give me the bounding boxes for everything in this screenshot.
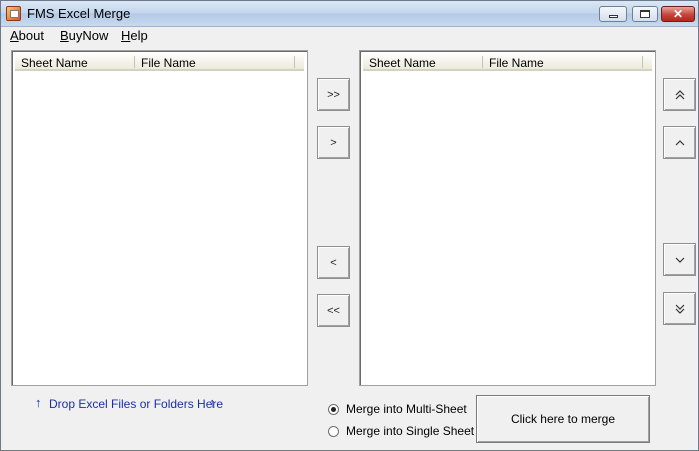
column-divider[interactable] <box>482 56 483 68</box>
list-header: Sheet Name File Name <box>363 54 652 71</box>
close-button[interactable]: ✕ <box>661 6 695 22</box>
add-all-button[interactable]: >> <box>317 78 350 111</box>
minimize-button[interactable] <box>599 6 627 22</box>
add-all-label: >> <box>327 88 340 101</box>
add-label: > <box>330 136 337 149</box>
app-window: FMS Excel Merge ✕ About BuyNow Help Shee… <box>0 0 699 451</box>
radio-button[interactable] <box>328 403 339 415</box>
close-icon: ✕ <box>672 7 684 21</box>
app-icon[interactable] <box>6 6 21 21</box>
radio-label: Merge into Multi-Sheet <box>346 402 467 416</box>
column-divider[interactable] <box>642 56 643 68</box>
add-button[interactable]: > <box>317 126 350 159</box>
remove-button[interactable]: < <box>317 246 350 279</box>
merge-multi-sheet-option[interactable]: Merge into Multi-Sheet <box>328 402 467 416</box>
list-header: Sheet Name File Name <box>15 54 304 71</box>
remove-all-button[interactable]: << <box>317 294 350 327</box>
drop-hint-text: Drop Excel Files or Folders Here <box>49 397 224 411</box>
column-header-file-name[interactable]: File Name <box>141 56 196 70</box>
move-bottom-button[interactable] <box>663 292 696 325</box>
remove-all-label: << <box>327 304 340 317</box>
menu-help[interactable]: Help <box>121 28 148 43</box>
move-up-icon <box>675 139 684 145</box>
column-header-sheet-name[interactable]: Sheet Name <box>369 56 436 70</box>
menu-buynow[interactable]: BuyNow <box>60 28 108 43</box>
move-down-icon <box>675 257 684 263</box>
remove-label: < <box>330 256 337 269</box>
menu-about[interactable]: About <box>10 28 44 43</box>
column-header-file-name[interactable]: File Name <box>489 56 544 70</box>
up-arrow-icon: ↑ <box>209 395 216 410</box>
move-up-button[interactable] <box>663 126 696 159</box>
title-bar[interactable]: FMS Excel Merge ✕ <box>1 1 698 27</box>
merge-single-sheet-option[interactable]: Merge into Single Sheet <box>328 424 474 438</box>
merge-button[interactable]: Click here to merge <box>476 395 650 443</box>
up-arrow-icon: ↑ <box>35 395 42 410</box>
minimize-icon <box>608 15 618 18</box>
column-header-sheet-name[interactable]: Sheet Name <box>21 56 88 70</box>
maximize-icon <box>640 10 650 18</box>
source-sheet-list[interactable]: Sheet Name File Name <box>11 50 308 386</box>
merge-sheet-list[interactable]: Sheet Name File Name <box>359 50 656 386</box>
column-divider[interactable] <box>134 56 135 68</box>
window-title: FMS Excel Merge <box>27 6 131 21</box>
move-bottom-icon <box>675 304 684 314</box>
move-top-button[interactable] <box>663 78 696 111</box>
maximize-button[interactable] <box>632 6 658 22</box>
menu-bar: About BuyNow Help <box>1 27 698 46</box>
move-down-button[interactable] <box>663 243 696 276</box>
radio-label: Merge into Single Sheet <box>346 424 475 438</box>
radio-button[interactable] <box>328 425 339 437</box>
move-top-icon <box>675 89 684 99</box>
merge-button-label: Click here to merge <box>510 412 616 426</box>
column-divider[interactable] <box>294 56 295 68</box>
